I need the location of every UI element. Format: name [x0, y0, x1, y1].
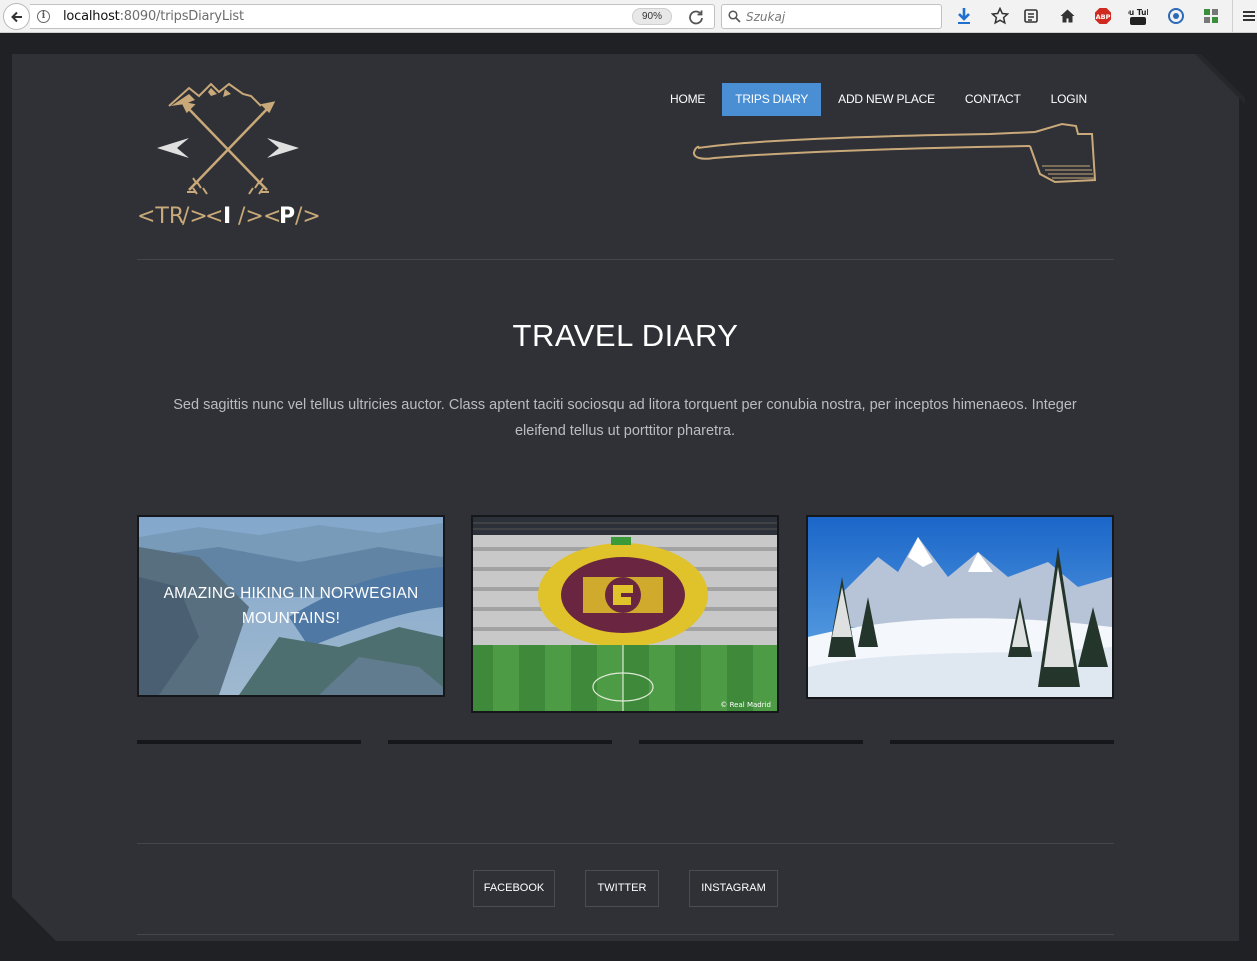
adblock-label: ABP: [1096, 13, 1111, 21]
intro-text: Sed sagittis nunc vel tellus ultricies a…: [173, 397, 1077, 439]
twitter-button[interactable]: TWITTER: [585, 870, 659, 907]
right-arrowhead-icon: [267, 138, 299, 158]
adblock-icon[interactable]: ABP: [1093, 6, 1113, 26]
back-button[interactable]: [3, 3, 30, 30]
stadium-image: © Real Madrid: [473, 517, 777, 711]
site-logo[interactable]: <TR /> < I /> < P />: [135, 76, 321, 230]
url-path: :8090/tripsDiaryList: [119, 9, 244, 24]
nav-add-new-place[interactable]: ADD NEW PLACE: [825, 83, 948, 116]
search-icon: [728, 10, 741, 23]
axe-icon: [692, 122, 1097, 184]
browser-toolbar: i localhost:8090/tripsDiaryList 90% ABP …: [0, 0, 1257, 33]
carousel-indicator-4[interactable]: [890, 740, 1114, 744]
extension-icon[interactable]: [1166, 6, 1186, 26]
reading-list-icon[interactable]: [1021, 6, 1041, 26]
nav-trips-diary[interactable]: TRIPS DIARY: [722, 83, 822, 116]
logo-wordmark: <TR /> < I /> < P />: [137, 204, 321, 229]
carousel-indicator-2[interactable]: [388, 740, 612, 744]
header-divider: [137, 259, 1114, 260]
youtube-label: You Tube: [1128, 8, 1148, 17]
trip-card-stadium[interactable]: © Real Madrid: [471, 515, 779, 713]
image-watermark: © Real Madrid: [720, 701, 771, 709]
download-icon[interactable]: [954, 6, 974, 26]
crossed-arrows-icon: [180, 101, 276, 195]
page-title: TRAVEL DIARY: [512, 318, 739, 353]
address-bar[interactable]: i localhost:8090/tripsDiaryList 90%: [30, 4, 715, 29]
arrow-left-icon: [10, 11, 22, 22]
logo-letter-p: P: [279, 204, 295, 229]
home-icon[interactable]: [1057, 6, 1077, 26]
url-host: localhost: [63, 9, 120, 24]
toolbar-divider: [1232, 0, 1233, 33]
nav-login[interactable]: LOGIN: [1038, 83, 1100, 116]
youtube-icon[interactable]: You Tube: [1128, 6, 1148, 26]
left-arrowhead-icon: [157, 138, 189, 158]
footer-divider-bottom: [137, 934, 1114, 935]
nav-contact[interactable]: CONTACT: [952, 83, 1034, 116]
footer-divider-top: [137, 843, 1114, 844]
nav-home[interactable]: HOME: [657, 83, 718, 116]
logo-letter-i: I: [223, 204, 231, 229]
info-icon[interactable]: i: [37, 10, 50, 23]
logo-bracket-i: <: [205, 204, 223, 229]
bookmark-star-icon[interactable]: [990, 6, 1010, 26]
trip-card-snow[interactable]: [806, 515, 1114, 699]
page-corner-fold: [1195, 54, 1245, 104]
carousel-indicator-1[interactable]: [137, 740, 361, 744]
zoom-level-badge[interactable]: 90%: [632, 8, 672, 25]
card-caption: AMAZING HIKING IN NORWEGIAN MOUNTAINS!: [163, 585, 419, 627]
facebook-button[interactable]: FACEBOOK: [473, 870, 555, 907]
logo-close-bracket: />: [182, 204, 208, 229]
logo-close-bracket-i: />: [238, 204, 264, 229]
instagram-button[interactable]: INSTAGRAM: [689, 870, 778, 907]
puzzle-icon[interactable]: [1201, 6, 1221, 26]
snow-mountain-image: [808, 517, 1112, 697]
carousel-indicator-3[interactable]: [639, 740, 863, 744]
logo-close-bracket-p: />: [295, 204, 321, 229]
trip-card-norway[interactable]: AMAZING HIKING IN NORWEGIAN MOUNTAINS!: [137, 515, 445, 697]
reload-icon[interactable]: [688, 9, 704, 25]
search-input[interactable]: [746, 8, 926, 25]
main-nav: HOME TRIPS DIARY ADD NEW PLACE CONTACT L…: [655, 83, 1102, 116]
card-overlay: AMAZING HIKING IN NORWEGIAN MOUNTAINS!: [139, 517, 443, 695]
search-bar[interactable]: [721, 4, 942, 29]
logo-bracket: <TR: [137, 204, 184, 229]
menu-icon[interactable]: [1239, 6, 1257, 26]
url-text[interactable]: localhost:8090/tripsDiaryList: [63, 9, 244, 24]
